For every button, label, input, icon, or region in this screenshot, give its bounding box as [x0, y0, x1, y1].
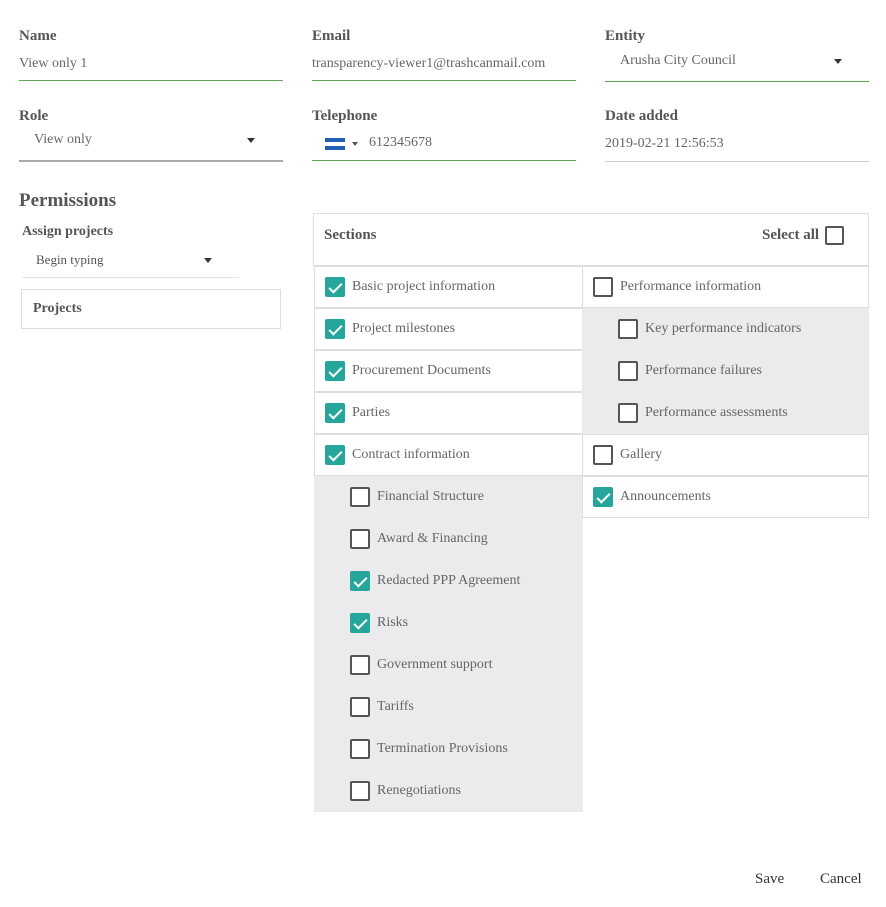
section-row-performance-information[interactable]: Performance information [582, 266, 869, 308]
section-checkbox[interactable] [325, 361, 345, 381]
section-label: Termination Provisions [377, 741, 508, 756]
section-label: Government support [377, 657, 493, 672]
section-checkbox[interactable] [618, 361, 638, 381]
section-row-renegotiations[interactable]: Renegotiations [314, 770, 583, 812]
permissions-title: Permissions [19, 190, 117, 211]
section-row-key-performance-indicators[interactable]: Key performance indicators [582, 308, 869, 350]
name-underline [19, 80, 283, 81]
section-row-government-support[interactable]: Government support [314, 644, 583, 686]
section-checkbox[interactable] [350, 739, 370, 759]
telephone-label: Telephone [312, 108, 378, 124]
section-row-performance-failures[interactable]: Performance failures [582, 350, 869, 392]
assign-projects-select[interactable]: Begin typing [22, 248, 239, 276]
cancel-button[interactable]: Cancel [820, 871, 862, 888]
entity-select[interactable]: Arusha City Council [605, 48, 869, 81]
role-underline [19, 160, 283, 162]
assign-projects-placeholder: Begin typing [36, 252, 104, 267]
section-row-redacted-ppp-agreement[interactable]: Redacted PPP Agreement [314, 560, 583, 602]
sections-title: Sections [324, 227, 377, 243]
section-row-parties[interactable]: Parties [314, 392, 583, 434]
entity-underline [605, 81, 869, 82]
section-row-contract-information[interactable]: Contract information [314, 434, 583, 476]
section-row-announcements[interactable]: Announcements [582, 476, 869, 518]
role-select[interactable]: View only [19, 128, 283, 160]
email-label: Email [312, 28, 351, 44]
section-checkbox[interactable] [593, 487, 613, 507]
section-row-tariffs[interactable]: Tariffs [314, 686, 583, 728]
section-checkbox[interactable] [325, 445, 345, 465]
role-selected-value: View only [34, 132, 92, 147]
date-added-value: 2019-02-21 12:56:53 [605, 136, 724, 151]
save-button[interactable]: Save [755, 871, 784, 888]
section-row-award-financing[interactable]: Award & Financing [314, 518, 583, 560]
projects-header: Projects [33, 301, 82, 316]
select-all-checkbox[interactable] [825, 226, 845, 245]
section-row-gallery[interactable]: Gallery [582, 434, 869, 476]
section-row-risks[interactable]: Risks [314, 602, 583, 644]
section-checkbox[interactable] [325, 277, 345, 297]
section-checkbox[interactable] [325, 319, 345, 339]
section-checkbox[interactable] [593, 445, 613, 465]
section-checkbox[interactable] [350, 487, 370, 507]
section-label: Tariffs [377, 699, 414, 714]
section-label: Risks [377, 615, 409, 630]
section-row-basic-project-information[interactable]: Basic project information [314, 266, 583, 308]
telephone-input[interactable]: 612345678 [369, 135, 432, 151]
role-label: Role [19, 108, 49, 124]
date-added-label: Date added [605, 108, 678, 124]
section-row-procurement-documents[interactable]: Procurement Documents [314, 350, 583, 392]
select-all-label: Select all [762, 227, 820, 243]
chevron-down-icon [834, 59, 842, 64]
section-label: Announcements [620, 489, 711, 504]
section-label: Project milestones [352, 321, 456, 336]
section-checkbox[interactable] [618, 319, 638, 339]
entity-label: Entity [605, 28, 646, 44]
section-label: Renegotiations [377, 783, 461, 798]
section-label: Key performance indicators [645, 321, 802, 336]
country-code-select[interactable] [325, 138, 361, 152]
section-label: Redacted PPP Agreement [377, 573, 521, 588]
nicaragua-flag-icon [325, 138, 345, 150]
section-label: Financial Structure [377, 489, 484, 504]
name-label: Name [19, 28, 57, 44]
section-checkbox[interactable] [618, 403, 638, 423]
section-checkbox[interactable] [350, 529, 370, 549]
telephone-underline [312, 160, 576, 161]
section-row-project-milestones[interactable]: Project milestones [314, 308, 583, 350]
section-label: Performance information [620, 279, 762, 294]
sections-header: Sections Select all [313, 213, 869, 266]
assign-projects-underline [22, 277, 239, 278]
section-checkbox[interactable] [350, 613, 370, 633]
section-row-termination-provisions[interactable]: Termination Provisions [314, 728, 583, 770]
date-added-underline [605, 161, 869, 162]
section-checkbox[interactable] [350, 571, 370, 591]
section-row-financial-structure[interactable]: Financial Structure [314, 476, 583, 518]
section-row-performance-assessments[interactable]: Performance assessments [582, 392, 869, 434]
section-label: Performance failures [645, 363, 762, 378]
select-all-control[interactable]: Select all [762, 226, 845, 245]
email-underline [312, 80, 576, 81]
name-input[interactable]: View only 1 [19, 56, 281, 72]
entity-selected-value: Arusha City Council [620, 53, 736, 68]
section-checkbox[interactable] [325, 403, 345, 423]
section-label: Basic project information [352, 279, 496, 294]
email-input[interactable]: transparency-viewer1@trashcanmail.com [312, 56, 564, 72]
section-label: Parties [352, 405, 391, 420]
chevron-down-icon [204, 258, 212, 263]
section-label: Award & Financing [377, 531, 488, 546]
section-checkbox[interactable] [350, 697, 370, 717]
section-label: Performance assessments [645, 405, 788, 420]
assign-projects-label: Assign projects [22, 224, 114, 239]
chevron-down-icon [352, 142, 358, 146]
section-label: Contract information [352, 447, 470, 462]
projects-list: Projects [21, 289, 281, 329]
section-label: Gallery [620, 447, 662, 462]
section-checkbox[interactable] [593, 277, 613, 297]
section-checkbox[interactable] [350, 655, 370, 675]
section-label: Procurement Documents [352, 363, 491, 378]
section-checkbox[interactable] [350, 781, 370, 801]
chevron-down-icon [247, 138, 255, 143]
